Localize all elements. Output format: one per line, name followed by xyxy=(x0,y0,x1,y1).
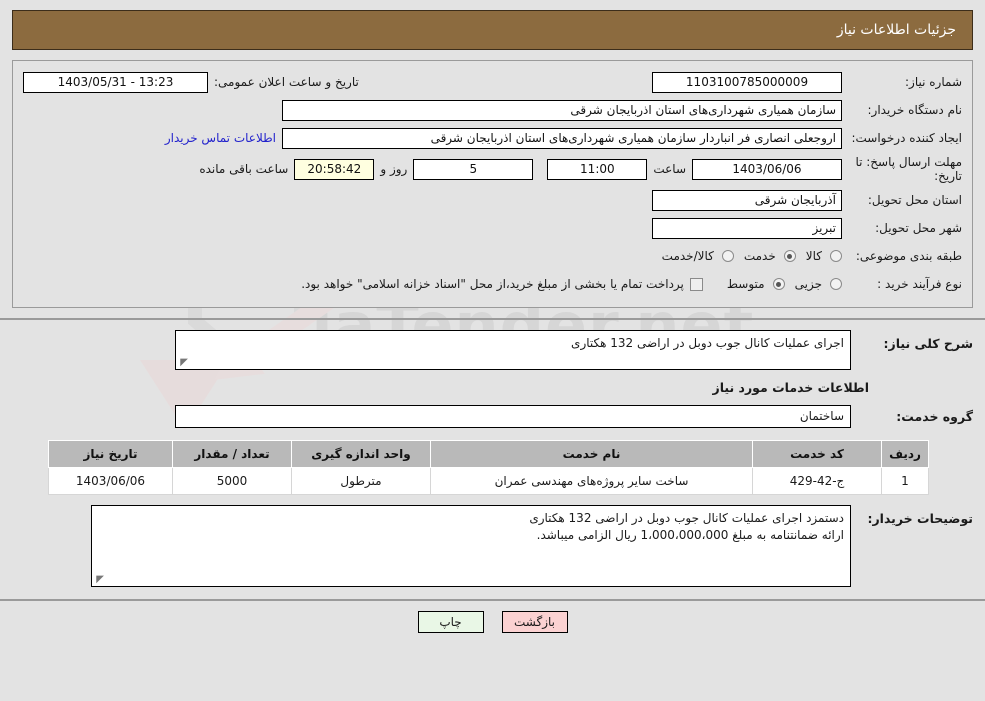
cell-quantity: 5000 xyxy=(172,467,292,495)
buyer-org-value: سازمان همیاری شهرداری‌های استان اذربایجا… xyxy=(282,99,842,121)
page-title: جزئیات اطلاعات نیاز xyxy=(836,22,956,38)
service-group-label: گروه خدمت: xyxy=(896,409,973,424)
deadline-date-value: 1403/06/06 xyxy=(692,158,842,180)
radio-khedmat-icon[interactable] xyxy=(783,250,796,262)
need-info-panel: شماره نیاز: 1103100785000009 تاریخ و ساع… xyxy=(12,60,973,308)
radio-jozii-label: جزیی xyxy=(794,277,822,291)
request-creator-value: اروجعلی انصاری فر انباردار سازمان همیاری… xyxy=(282,127,842,149)
services-table-wrap: ردیف کد خدمت نام خدمت واحد اندازه گیری ت… xyxy=(12,440,973,495)
need-description-value: اجرای عملیات کانال جوب دوبل در اراضی 132… xyxy=(571,336,844,350)
radio-kala-khedmat-label: کالا/خدمت xyxy=(661,249,714,263)
delivery-city-label: شهر محل تحویل: xyxy=(875,221,962,235)
public-announce-value: 13:23 - 1403/05/31 xyxy=(23,71,208,93)
row-service-group: گروه خدمت: ساختمان xyxy=(12,405,973,428)
resize-grip-icon[interactable]: ◤ xyxy=(94,575,104,585)
remaining-days-suffix: روز و xyxy=(380,162,408,176)
resize-grip-icon[interactable]: ◤ xyxy=(178,358,188,368)
row-response-deadline: مهلت ارسال پاسخ: تا تاریخ: 1403/06/06 سا… xyxy=(23,155,962,183)
buyer-contact-link[interactable]: اطلاعات تماس خریدار xyxy=(159,131,282,145)
th-quantity: تعداد / مقدار xyxy=(172,440,292,468)
cell-need-date: 1403/06/06 xyxy=(48,467,173,495)
page-title-bar: جزئیات اطلاعات نیاز xyxy=(12,10,973,50)
row-request-creator: ایجاد کننده درخواست: اروجعلی انصاری فر ا… xyxy=(23,127,962,149)
need-number-label: شماره نیاز: xyxy=(905,75,962,89)
row-delivery-city: شهر محل تحویل: تبریز xyxy=(23,217,962,239)
services-table-body: 1 ج-42-429 ساخت سایر پروژه‌های مهندسی عم… xyxy=(48,467,929,495)
th-service-name: نام خدمت xyxy=(430,440,753,468)
th-need-date: تاریخ نیاز xyxy=(48,440,173,468)
remaining-time-suffix: ساعت باقی مانده xyxy=(199,162,289,176)
radio-kala-label: کالا xyxy=(805,249,822,263)
row-subject-category: طبقه بندی موضوعی: کالا خدمت کالا/خدمت xyxy=(23,245,962,267)
row-buyer-org: نام دستگاه خریدار: سازمان همیاری شهرداری… xyxy=(23,99,962,121)
row-buyer-notes: توضیحات خریدار: دستمزد اجرای عملیات کانا… xyxy=(12,505,973,587)
radio-kala-khedmat-icon[interactable] xyxy=(721,250,734,262)
subject-category-option-kala-khedmat[interactable]: کالا/خدمت xyxy=(652,249,734,263)
need-number-value: 1103100785000009 xyxy=(652,71,842,93)
subject-category-option-khedmat[interactable]: خدمت xyxy=(734,249,796,263)
services-section-heading: اطلاعات خدمات مورد نیاز xyxy=(712,380,870,395)
delivery-province-value: آذربایجان شرقی xyxy=(652,189,842,211)
delivery-city-value: تبریز xyxy=(652,217,842,239)
cell-service-code: ج-42-429 xyxy=(752,467,882,495)
th-index: ردیف xyxy=(881,440,929,468)
request-creator-label: ایجاد کننده درخواست: xyxy=(851,131,962,145)
service-group-value: ساختمان xyxy=(175,405,851,428)
buyer-notes-value: دستمزد اجرای عملیات کانال جوب دوبل در ار… xyxy=(529,511,844,542)
footer-buttons: بازگشت چاپ xyxy=(0,601,985,633)
table-header-row: ردیف کد خدمت نام خدمت واحد اندازه گیری ت… xyxy=(48,440,929,468)
services-table-head: ردیف کد خدمت نام خدمت واحد اندازه گیری ت… xyxy=(48,440,929,468)
cell-service-name: ساخت سایر پروژه‌های مهندسی عمران xyxy=(430,467,753,495)
deadline-hour-value: 11:00 xyxy=(547,158,648,180)
purchase-process-option-jozii[interactable]: جزیی xyxy=(785,277,842,291)
row-purchase-process: نوع فرآیند خرید : جزیی متوسط پرداخت تمام… xyxy=(23,273,962,295)
purchase-process-label: نوع فرآیند خرید : xyxy=(877,277,962,291)
treasury-bonds-label: پرداخت تمام یا بخشی از مبلغ خرید،از محل … xyxy=(301,277,684,291)
buyer-notes-textarea[interactable]: دستمزد اجرای عملیات کانال جوب دوبل در ار… xyxy=(91,505,851,587)
row-delivery-province: استان محل تحویل: آذربایجان شرقی xyxy=(23,189,962,211)
subject-category-option-kala[interactable]: کالا xyxy=(796,249,842,263)
buyer-org-label: نام دستگاه خریدار: xyxy=(867,103,963,117)
buyer-notes-label: توضیحات خریدار: xyxy=(867,511,973,526)
services-table: ردیف کد خدمت نام خدمت واحد اندازه گیری ت… xyxy=(48,440,929,495)
cell-unit: مترطول xyxy=(291,467,431,495)
radio-motevaset-icon[interactable] xyxy=(772,278,785,290)
row-need-number: شماره نیاز: 1103100785000009 تاریخ و ساع… xyxy=(23,71,962,93)
th-service-code: کد خدمت xyxy=(752,440,882,468)
cell-index: 1 xyxy=(881,467,929,495)
purchase-process-option-motevaset[interactable]: متوسط xyxy=(717,277,785,291)
response-deadline-label: مهلت ارسال پاسخ: تا تاریخ: xyxy=(855,155,962,183)
need-description-label: شرح کلی نیاز: xyxy=(883,336,973,351)
back-button[interactable]: بازگشت xyxy=(501,611,568,633)
subject-category-label: طبقه بندی موضوعی: xyxy=(855,249,962,263)
table-row: 1 ج-42-429 ساخت سایر پروژه‌های مهندسی عم… xyxy=(48,467,929,495)
row-need-description: شرح کلی نیاز: اجرای عملیات کانال جوب دوب… xyxy=(12,330,973,370)
public-announce-label: تاریخ و ساعت اعلان عمومی: xyxy=(214,75,359,89)
radio-kala-icon[interactable] xyxy=(830,250,842,262)
page-root: جزئیات اطلاعات نیاز شماره نیاز: 11031007… xyxy=(0,10,985,633)
delivery-province-label: استان محل تحویل: xyxy=(867,193,962,207)
radio-jozii-icon[interactable] xyxy=(830,278,842,290)
radio-khedmat-label: خدمت xyxy=(743,249,776,263)
print-button[interactable]: چاپ xyxy=(417,611,484,633)
deadline-hour-label: ساعت xyxy=(653,162,686,176)
remaining-time-value: 20:58:42 xyxy=(294,158,375,180)
radio-motevaset-label: متوسط xyxy=(726,277,765,291)
remaining-days-value: 5 xyxy=(413,158,534,180)
treasury-bonds-checkbox[interactable] xyxy=(689,277,703,291)
need-description-textarea[interactable]: اجرای عملیات کانال جوب دوبل در اراضی 132… xyxy=(175,330,851,370)
th-unit: واحد اندازه گیری xyxy=(291,440,431,468)
need-body-section: شرح کلی نیاز: اجرای عملیات کانال جوب دوب… xyxy=(0,320,985,587)
